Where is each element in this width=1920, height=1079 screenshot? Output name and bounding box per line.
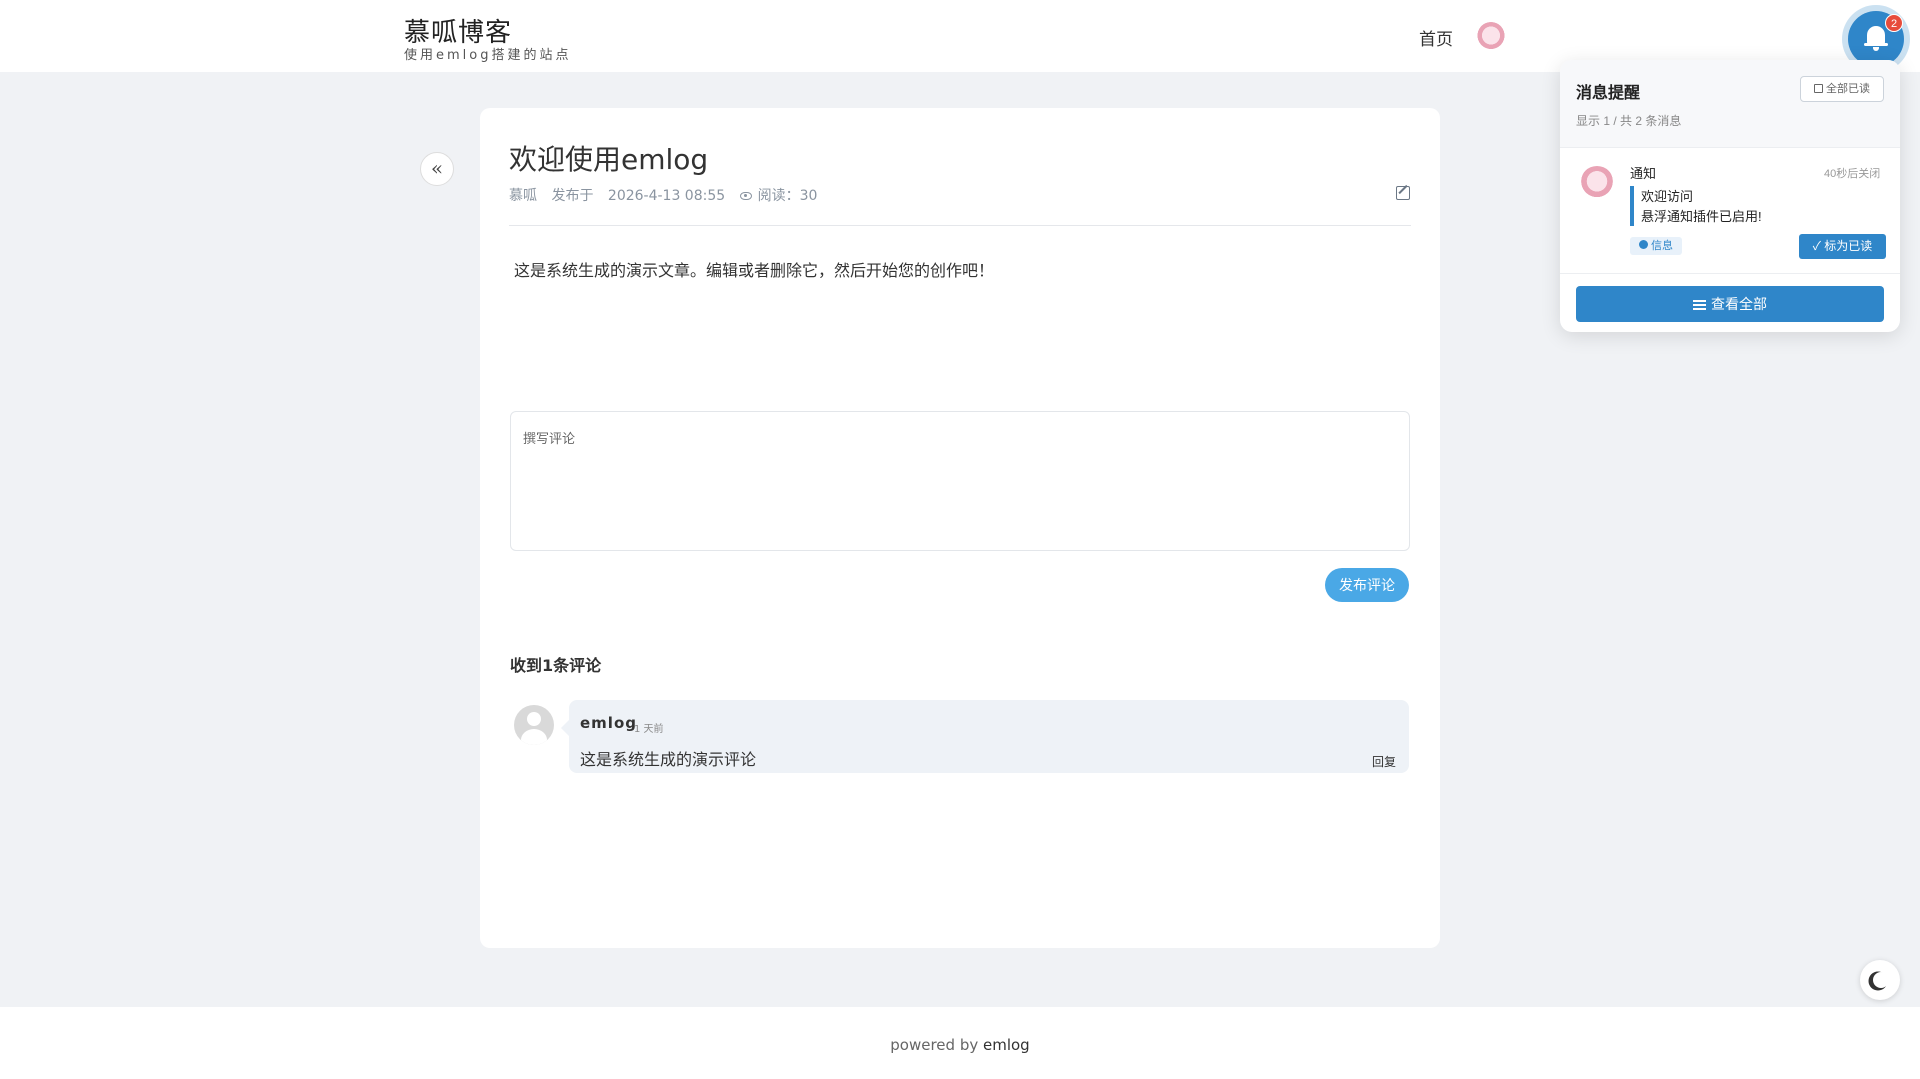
eye-icon	[739, 192, 752, 200]
check-square-icon	[1814, 84, 1823, 93]
moon-icon	[1873, 972, 1889, 988]
site-brand[interactable]: 慕呱博客 使用emlog搭建的站点	[404, 18, 571, 64]
edit-icon[interactable]	[1396, 186, 1410, 200]
mark-all-read-label: 全部已读	[1826, 83, 1870, 95]
post-views: 阅读：30	[757, 188, 818, 204]
post-author[interactable]: 慕呱	[509, 188, 537, 204]
nav-home-link[interactable]: 首页	[1419, 25, 1453, 50]
comment-time: 1 天前	[634, 724, 664, 735]
info-icon	[1639, 240, 1648, 249]
view-all-label: 查看全部	[1711, 296, 1767, 312]
comment-textarea[interactable]	[510, 411, 1410, 551]
notification-avatar	[1580, 166, 1614, 200]
footer-brand-link[interactable]: emlog	[983, 1036, 1030, 1054]
comment-avatar	[514, 705, 554, 745]
submit-comment-button[interactable]: 发布评论	[1325, 568, 1409, 602]
notification-tag: 信息	[1630, 237, 1682, 255]
notification-message-line1: 欢迎访问	[1641, 189, 1694, 204]
notification-message-line2: 悬浮通知插件已启用!	[1641, 209, 1762, 224]
footer-text: powered by emlog	[0, 1036, 1920, 1054]
comment-reply-link[interactable]: 回复	[1372, 753, 1396, 770]
notification-panel-header: 消息提醒 显示 1 / 共 2 条消息 全部已读	[1560, 60, 1900, 148]
user-avatar[interactable]	[1476, 22, 1506, 52]
comment-author[interactable]: emlog	[580, 714, 637, 732]
list-icon	[1693, 300, 1706, 310]
comments-heading: 收到1条评论	[510, 656, 602, 675]
mark-all-read-button[interactable]: 全部已读	[1800, 76, 1884, 102]
post-meta: 慕呱 发布于 2026-4-13 08:55 阅读：30	[509, 185, 827, 205]
notification-panel: 消息提醒 显示 1 / 共 2 条消息 全部已读 通知 40秒后关闭 欢迎访问 …	[1560, 60, 1900, 332]
view-all-button[interactable]: 查看全部	[1576, 286, 1884, 322]
post-date: 2026-4-13 08:55	[607, 188, 726, 204]
mark-read-button[interactable]: ✓ 标为已读	[1799, 234, 1886, 259]
post-body: 这是系统生成的演示文章。编辑或者删除它，然后开始您的创作吧！	[514, 261, 995, 280]
notification-item: 通知 40秒后关闭 欢迎访问 悬浮通知插件已启用! 信息 ✓ 标为已读	[1560, 149, 1900, 274]
comment-text: 这是系统生成的演示评论	[580, 750, 757, 769]
mark-read-label: 标为已读	[1824, 239, 1873, 253]
footer: powered by emlog	[0, 1007, 1920, 1079]
notification-tag-label: 信息	[1651, 240, 1673, 252]
notification-count-text: 显示 1 / 共 2 条消息	[1576, 114, 1682, 128]
post-published-label: 发布于	[551, 188, 594, 204]
notification-quote-bar	[1630, 186, 1634, 226]
bell-clapper	[1873, 47, 1879, 51]
theme-toggle-button[interactable]	[1860, 960, 1900, 1000]
notification-badge: 2	[1885, 14, 1903, 32]
notification-panel-title: 消息提醒	[1576, 85, 1641, 102]
footer-prefix: powered by	[890, 1036, 979, 1054]
back-button[interactable]: «	[420, 152, 454, 186]
bell-icon	[1864, 26, 1888, 46]
site-title[interactable]: 慕呱博客	[404, 18, 571, 48]
notification-type: 通知	[1630, 166, 1657, 181]
site-subtitle: 使用emlog搭建的站点	[404, 48, 572, 63]
post-title: 欢迎使用emlog	[509, 143, 709, 176]
notification-autoclose-text: 40秒后关闭	[1824, 168, 1881, 180]
title-divider	[509, 225, 1411, 226]
